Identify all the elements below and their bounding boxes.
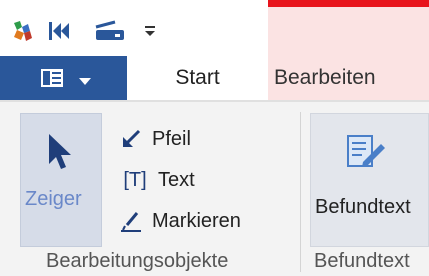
group-label-bearbeitungsobjekte: Bearbeitungsobjekte — [46, 250, 229, 272]
contextual-tab-band — [268, 0, 429, 58]
befundtext-button[interactable]: Befundtext — [310, 113, 429, 247]
scanner-icon[interactable] — [92, 16, 128, 46]
skip-to-start-icon[interactable] — [44, 16, 74, 46]
document-menu-icon — [40, 67, 64, 94]
tab-bearbeiten-label: Bearbeiten — [274, 66, 376, 89]
edit-document-icon — [345, 132, 387, 177]
arrow-icon — [118, 126, 144, 152]
tab-bearbeiten[interactable]: Bearbeiten — [268, 56, 429, 100]
file-menu-tab[interactable] — [0, 56, 127, 100]
markieren-label: Markieren — [152, 209, 241, 232]
zeiger-button[interactable]: Zeiger — [20, 113, 102, 247]
customize-toolbar-dropdown-icon[interactable] — [138, 16, 162, 46]
contextual-tab-highlight — [268, 0, 429, 7]
tab-start[interactable]: Start — [127, 56, 268, 100]
pfeil-label: Pfeil — [152, 127, 191, 150]
group-separator — [300, 112, 301, 272]
group-label-befundtext: Befundtext — [314, 250, 410, 272]
text-button[interactable]: [T] Text — [118, 167, 195, 193]
markieren-button[interactable]: Markieren — [118, 208, 241, 234]
puzzle-app-icon[interactable] — [8, 16, 38, 46]
pen-highlight-icon — [118, 208, 144, 234]
text-label: Text — [158, 168, 195, 191]
zeiger-label: Zeiger — [25, 188, 82, 210]
chevron-down-icon — [78, 74, 92, 92]
befundtext-button-label: Befundtext — [315, 196, 411, 218]
ribbon-divider — [0, 100, 429, 102]
text-frame-icon: [T] — [123, 168, 147, 191]
tab-start-label: Start — [175, 66, 220, 89]
pfeil-button[interactable]: Pfeil — [118, 126, 191, 152]
pointer-cursor-icon — [45, 132, 75, 177]
